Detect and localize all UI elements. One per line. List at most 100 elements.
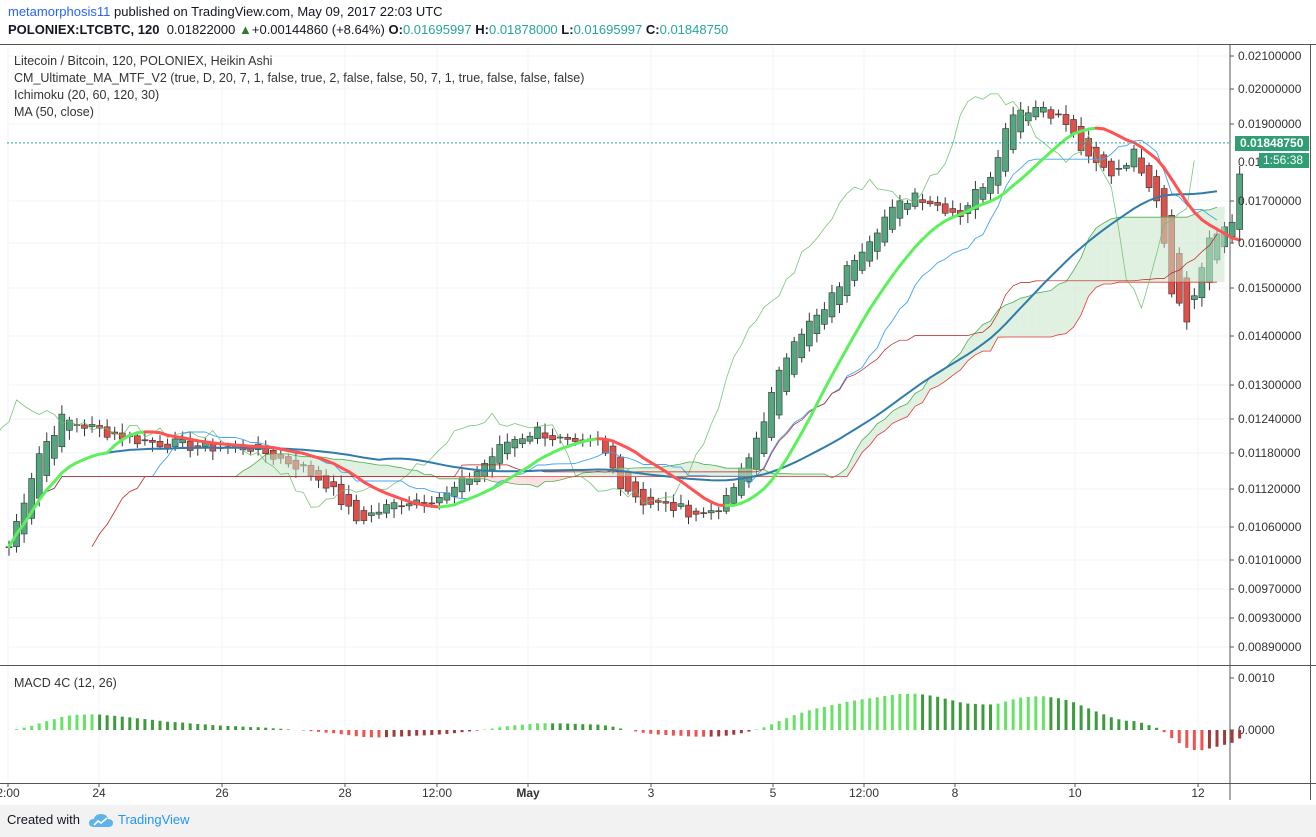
time-tick-label: 28 xyxy=(338,786,352,800)
candle-body xyxy=(375,511,383,515)
candle-body xyxy=(609,445,617,469)
legend-ma50: MA (50, close) xyxy=(14,105,94,119)
candle-body xyxy=(904,203,911,210)
candle-body xyxy=(1032,107,1040,118)
cloud-segment xyxy=(378,465,387,477)
candle-body xyxy=(337,483,345,505)
candle-body xyxy=(534,426,541,439)
candle-body xyxy=(1092,146,1100,163)
candle-body xyxy=(994,157,1002,186)
cloud-segment xyxy=(1179,217,1187,283)
legend-ultimate-ma: CM_Ultimate_MA_MTF_V2 (true, D, 20, 7, 1… xyxy=(14,71,585,85)
time-tick-label: 12:00 xyxy=(849,786,879,800)
price-change: +0.00144860 (+8.64%) xyxy=(251,22,385,37)
low-label: L: xyxy=(561,22,574,37)
candle-body xyxy=(1183,277,1191,323)
candle-body xyxy=(1002,128,1009,172)
candle-body xyxy=(134,435,141,445)
candle-body xyxy=(843,265,851,296)
candle-body xyxy=(1191,295,1198,300)
cloud-segment xyxy=(779,473,787,477)
last-price: 0.01822000 xyxy=(166,22,236,37)
candle-body xyxy=(654,500,662,503)
candle-body xyxy=(526,435,534,442)
candle-body xyxy=(149,439,156,443)
close-label: C: xyxy=(645,22,660,37)
cloud-segment xyxy=(1209,207,1217,283)
candle xyxy=(1145,162,1153,193)
cloud-segment xyxy=(1111,217,1119,285)
candle-body xyxy=(1055,113,1062,116)
candle-body xyxy=(436,497,443,504)
time-tick-label: 12:00 xyxy=(422,786,452,800)
candle-body xyxy=(662,501,670,504)
time-tick-label: 26 xyxy=(215,786,229,800)
candle-body xyxy=(1062,114,1070,125)
open-label: O: xyxy=(388,22,403,37)
cloud-segment xyxy=(733,468,742,477)
candle-body xyxy=(979,187,987,200)
candle-body xyxy=(851,260,858,281)
cloud-segment xyxy=(303,456,311,477)
candle-body xyxy=(549,435,556,441)
candle xyxy=(790,336,798,378)
candle-body xyxy=(330,481,337,488)
time-tick-label: 3 xyxy=(648,786,655,800)
candle-body xyxy=(821,309,828,325)
cloud-segment xyxy=(356,461,364,477)
time-tick-label: May xyxy=(516,786,540,800)
candle-body xyxy=(458,476,466,493)
candle-body xyxy=(58,413,66,447)
cloud-logo-icon xyxy=(89,814,113,827)
footer: Created with TradingView xyxy=(0,805,1316,837)
candle-body xyxy=(1100,154,1108,168)
candle-body xyxy=(1123,165,1130,169)
candle-body xyxy=(1009,114,1017,150)
cloud-segment xyxy=(1141,217,1150,283)
price-tick-label: 0.01700000 xyxy=(1238,194,1302,208)
candle xyxy=(768,386,775,441)
author-link[interactable]: metamorphosis11 xyxy=(8,4,110,19)
candle-body xyxy=(677,503,685,507)
candle xyxy=(775,366,783,419)
candle-body xyxy=(564,437,572,440)
publish-header: metamorphosis11 published on TradingView… xyxy=(0,0,1316,42)
price-tick-label: 0.00970000 xyxy=(1238,582,1302,596)
published-text: published on TradingView.com, May 09, 20… xyxy=(114,4,443,19)
candle-body xyxy=(783,357,790,392)
open-value: 0.01695997 xyxy=(402,22,472,37)
candle-body xyxy=(881,216,889,243)
cloud-segment xyxy=(363,462,372,477)
price-chart[interactable]: 0.02100000 0.02000000 0.01900000 0.01700000… xyxy=(0,44,1316,804)
candle-body xyxy=(43,441,51,476)
last-price-badge: 0.01848750 xyxy=(1235,136,1309,151)
candle-body xyxy=(775,369,783,416)
candle-body xyxy=(1047,109,1055,119)
price-tick-label: 0.01240000 xyxy=(1238,412,1302,426)
time-tick-label: 12 xyxy=(1191,786,1205,800)
price-tick-label: 0.01600000 xyxy=(1238,236,1302,250)
cloud-segment xyxy=(1194,210,1202,283)
candle-body xyxy=(926,200,934,205)
price-tick-label: 0.01500000 xyxy=(1238,281,1302,295)
high-value: 0.01878000 xyxy=(488,22,558,37)
candle-body xyxy=(556,436,564,439)
cloud-segment xyxy=(1149,217,1157,283)
tradingview-link[interactable]: TradingView xyxy=(118,812,190,827)
candle-body xyxy=(186,440,194,451)
candle-body xyxy=(813,314,821,334)
candle-body xyxy=(692,510,700,515)
candle-body xyxy=(707,510,715,514)
close-value: 0.01848750 xyxy=(659,22,729,37)
price-tick-label: 0.01900000 xyxy=(1238,117,1302,131)
time-tick-label: 24 xyxy=(92,786,106,800)
cloud-segment xyxy=(703,464,712,477)
candle-body xyxy=(753,437,760,470)
candle-body xyxy=(488,456,496,471)
ohlc-info: POLONIEX:LTCBTC, 120 0.01822000 ▲+0.0014… xyxy=(8,22,728,37)
candle-body xyxy=(798,333,806,359)
price-tick-label: 0.01120000 xyxy=(1238,482,1301,496)
time-tick-label: 10 xyxy=(1068,786,1082,800)
chart-background xyxy=(0,44,1316,804)
candle-body xyxy=(156,441,164,448)
